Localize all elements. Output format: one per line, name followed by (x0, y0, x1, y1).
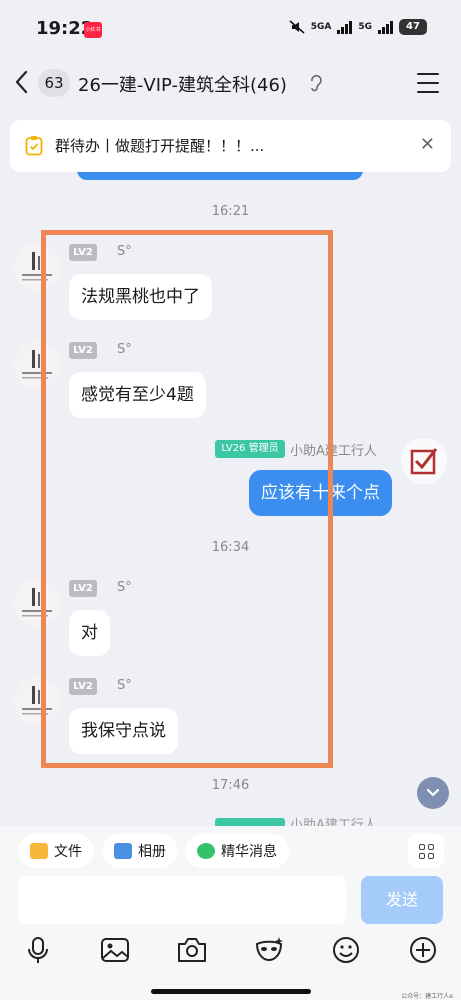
album-button[interactable]: 相册 (102, 834, 178, 868)
avatar[interactable] (14, 678, 60, 724)
pinned-todo-banner[interactable]: 群待办丨做题打开提醒！！！... ✕ (10, 120, 451, 172)
avatar[interactable] (14, 244, 60, 290)
level-badge: LV2 (69, 678, 97, 695)
camera-icon[interactable] (176, 934, 208, 966)
message-bubble[interactable]: 对 (69, 610, 110, 656)
avatar[interactable] (401, 438, 447, 484)
signal-icon (337, 20, 353, 34)
message-item: LV2 S° 对 (0, 576, 461, 658)
timestamp: 16:34 (211, 540, 250, 555)
timestamp: 17:46 (211, 778, 250, 793)
message-item: LV2 S° 法规黑桃也中了 (0, 240, 461, 322)
level-badge: LV2 (69, 342, 97, 359)
battery-icon: 47 (399, 19, 427, 35)
sender-name[interactable]: 小助A建工行人 (290, 440, 377, 459)
avatar[interactable] (14, 342, 60, 388)
mute-icon (289, 20, 305, 34)
network-label-1: 5GA (310, 22, 332, 32)
timestamp: 16:21 (211, 204, 250, 219)
unread-count-badge[interactable]: 63 (38, 69, 70, 97)
microphone-icon[interactable] (22, 934, 54, 966)
close-icon[interactable]: ✕ (420, 136, 435, 154)
mask-icon[interactable] (253, 934, 285, 966)
status-bar: 19:22 小红书 5GA 5G 47 (0, 0, 461, 58)
admin-badge: LV26 管理员 (215, 440, 285, 458)
signal-icon-2 (378, 20, 393, 34)
message-bubble[interactable]: 应该有十来个点 (249, 470, 392, 516)
chat-header: 63 26一建-VIP-建筑全科(46) (0, 58, 461, 110)
composer-panel: 文件 相册 精华消息 发送 公众号：建工行人e (0, 826, 461, 1000)
file-button[interactable]: 文件 (18, 834, 94, 868)
message-bubble[interactable]: 感觉有至少4题 (69, 372, 206, 418)
message-item: LV2 S° 感觉有至少4题 (0, 338, 461, 420)
pinned-text: 群待办丨做题打开提醒！！！... (55, 137, 265, 155)
back-button[interactable] (14, 70, 34, 96)
level-badge: LV2 (69, 244, 97, 261)
message-bubble[interactable]: 我保守点说 (69, 708, 178, 754)
essence-messages-button[interactable]: 精华消息 (185, 834, 289, 868)
avatar-image (14, 342, 60, 388)
more-apps-button[interactable] (408, 834, 444, 868)
plus-icon[interactable] (407, 934, 439, 966)
group-title[interactable]: 26一建-VIP-建筑全科(46) (78, 71, 287, 97)
sender-name[interactable]: S° (117, 244, 132, 259)
more-menu-button[interactable] (417, 73, 439, 93)
picture-icon[interactable] (99, 934, 131, 966)
avatar-image (14, 580, 60, 626)
folder-icon (30, 843, 48, 859)
chevron-down-icon (426, 788, 440, 797)
clipboard-check-icon (25, 136, 43, 156)
message-bubble[interactable]: 法规黑桃也中了 (69, 274, 212, 320)
level-badge: LV2 (69, 580, 97, 597)
checkbox-logo-icon (401, 438, 447, 484)
avatar-image (14, 678, 60, 724)
send-button[interactable]: 发送 (361, 876, 443, 924)
star-badge-icon (197, 843, 215, 859)
message-item: LV2 S° 我保守点说 (0, 674, 461, 756)
xiaohongshu-notification-icon: 小红书 (84, 22, 102, 38)
chevron-left-icon (15, 70, 28, 94)
watermark: 公众号：建工行人e (401, 993, 453, 1000)
message-item: LV26 管理员 小助A建工行人 应该有十来个点 (0, 436, 461, 520)
earpiece-mode-icon (311, 74, 322, 92)
avatar-image (14, 244, 60, 290)
status-indicators: 5GA 5G 47 (289, 19, 427, 35)
emoji-icon[interactable] (330, 934, 362, 966)
network-label-2: 5G (358, 22, 372, 32)
sender-name[interactable]: S° (117, 342, 132, 357)
scroll-to-bottom-button[interactable] (417, 777, 449, 809)
image-icon (114, 843, 132, 859)
sender-name[interactable]: S° (117, 580, 132, 595)
avatar[interactable] (14, 580, 60, 626)
home-indicator (151, 989, 311, 994)
sender-name[interactable]: S° (117, 678, 132, 693)
message-input[interactable] (18, 876, 346, 924)
